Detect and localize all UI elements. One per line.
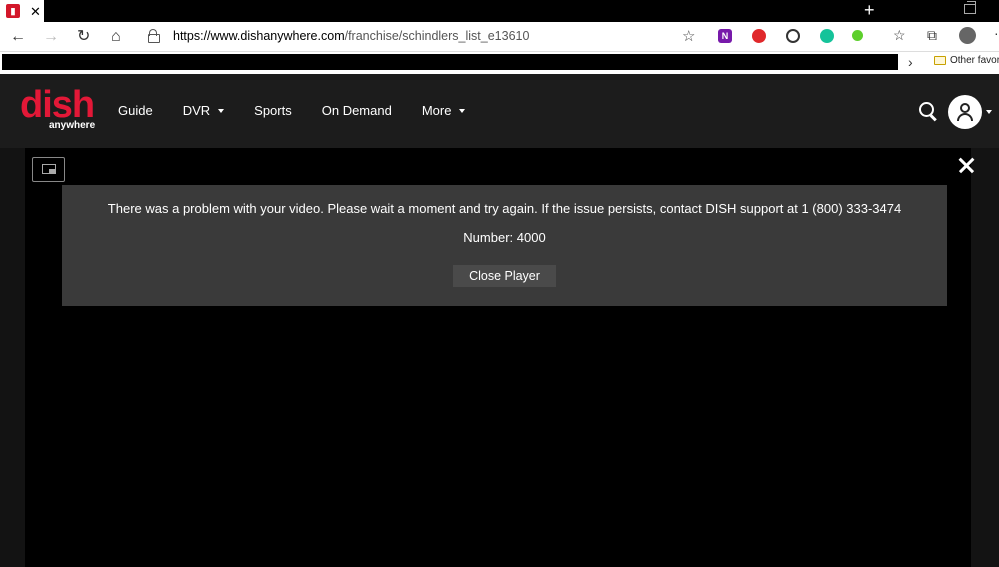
lock-icon[interactable] xyxy=(148,29,160,43)
nav-on-demand-label: On Demand xyxy=(321,103,392,118)
search-icon[interactable] xyxy=(919,102,937,120)
favorites-overflow-chevron-icon[interactable]: › xyxy=(908,54,913,70)
site-header: dish anywhere Guide DVR Sports On Demand… xyxy=(0,74,999,148)
tab-close-icon[interactable]: ✕ xyxy=(30,5,41,18)
close-player-button[interactable]: Close Player xyxy=(453,265,556,287)
logo-subtext: anywhere xyxy=(49,120,96,131)
close-icon[interactable] xyxy=(958,157,975,174)
error-message: There was a problem with your video. Ple… xyxy=(107,201,902,216)
window-restore-button[interactable] xyxy=(964,1,976,14)
grammarly-extension-icon[interactable] xyxy=(820,29,834,43)
nav-sports-label: Sports xyxy=(254,103,292,118)
profile-avatar-icon[interactable] xyxy=(959,27,976,44)
picture-in-picture-button[interactable] xyxy=(32,157,65,182)
nav-guide-label: Guide xyxy=(118,103,153,118)
nav-dvr-label: DVR xyxy=(182,103,211,118)
refresh-icon[interactable]: ↻ xyxy=(77,28,90,46)
browser-tab[interactable]: ▮ ✕ xyxy=(0,0,44,22)
user-body-icon xyxy=(957,113,973,121)
nav-more-label: More xyxy=(421,103,452,118)
nav-on-demand[interactable]: On Demand xyxy=(322,103,392,118)
main-nav: Guide DVR Sports On Demand More xyxy=(118,103,495,118)
favorite-star-icon[interactable]: ☆ xyxy=(682,27,695,45)
url-host: https://www.dishanywhere.com xyxy=(173,29,345,43)
redacted-bookmarks xyxy=(2,54,898,70)
new-tab-button[interactable]: + xyxy=(864,1,875,19)
favorites-bar: › Other favor xyxy=(0,52,999,74)
nav-sports[interactable]: Sports xyxy=(254,103,292,118)
nav-dvr[interactable]: DVR xyxy=(182,103,225,118)
address-bar-row: ← → ↻ ⌂ https://www.dishanywhere.com/fra… xyxy=(0,22,999,52)
tab-strip: ▮ ✕ + xyxy=(0,0,999,22)
back-arrow-icon[interactable]: ← xyxy=(10,28,26,46)
more-options-icon[interactable]: · xyxy=(994,25,999,41)
onenote-extension-icon[interactable]: N xyxy=(718,29,732,43)
favorites-icon[interactable]: ☆ xyxy=(893,27,907,43)
nav-more[interactable]: More xyxy=(422,103,466,118)
other-favorites-label: Other favor xyxy=(950,55,999,66)
nav-guide[interactable]: Guide xyxy=(118,103,153,118)
collections-icon[interactable]: ⧉ xyxy=(927,27,941,43)
home-icon[interactable]: ⌂ xyxy=(111,28,121,46)
error-number: Number: 4000 xyxy=(463,230,546,245)
ghostery-extension-icon[interactable] xyxy=(786,29,800,43)
chevron-down-icon xyxy=(218,108,225,113)
forward-arrow-icon[interactable]: → xyxy=(43,28,59,46)
other-favorites-folder[interactable]: Other favor xyxy=(934,55,999,66)
chevron-down-icon xyxy=(459,108,466,113)
account-chevron-down-icon[interactable] xyxy=(986,110,992,114)
status-extension-icon[interactable] xyxy=(852,30,863,41)
folder-icon xyxy=(934,56,946,65)
dish-favicon-icon: ▮ xyxy=(6,4,20,18)
user-head-icon xyxy=(960,103,970,113)
error-dialog: There was a problem with your video. Ple… xyxy=(62,185,947,306)
adblock-extension-icon[interactable] xyxy=(752,29,766,43)
url-path: /franchise/schindlers_list_e13610 xyxy=(344,29,530,43)
account-avatar-button[interactable] xyxy=(948,95,982,129)
browser-window: ▮ ✕ + ← → ↻ ⌂ https://www.dishanywhere.c… xyxy=(0,0,999,567)
picture-in-picture-icon xyxy=(42,164,56,174)
url-field[interactable]: https://www.dishanywhere.com/franchise/s… xyxy=(173,29,529,43)
dish-anywhere-logo[interactable]: dish anywhere xyxy=(20,84,96,134)
